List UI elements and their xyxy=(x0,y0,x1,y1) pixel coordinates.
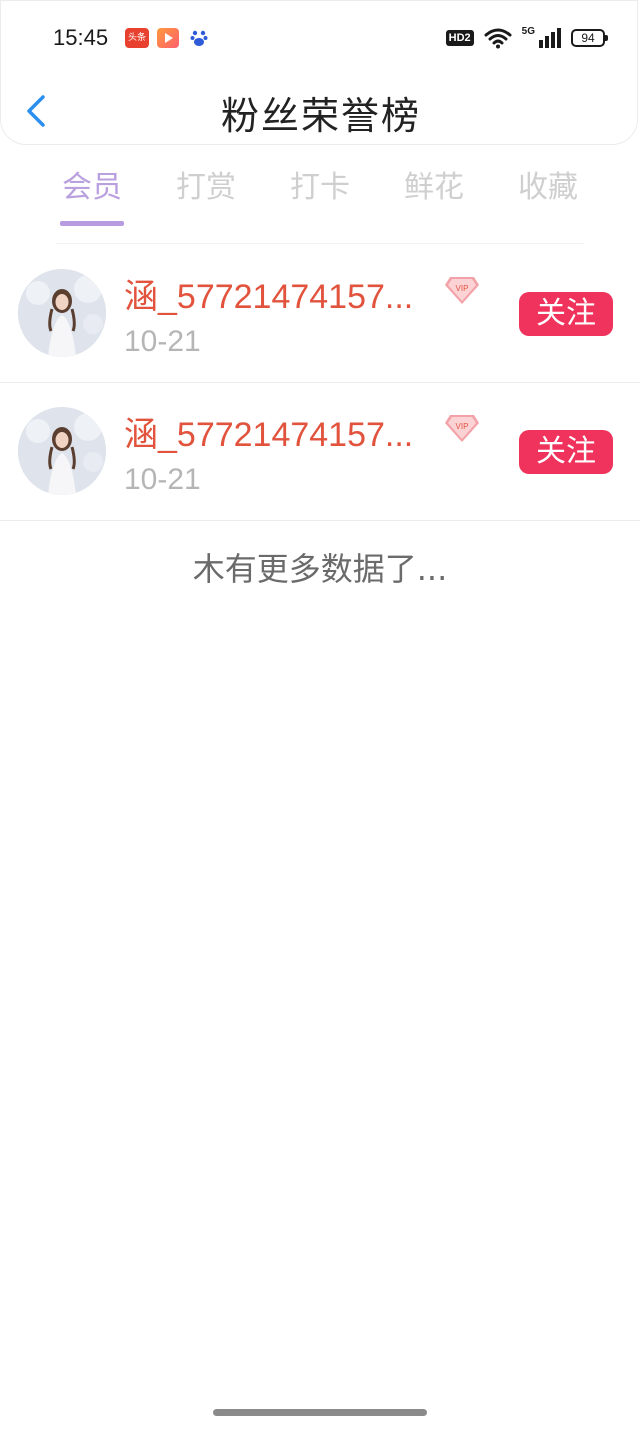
list-item[interactable]: 涵_57721474157... VIP 10-21 关注 xyxy=(0,383,640,521)
toutiao-app-icon: 头条 xyxy=(125,28,149,48)
nav-bar: 粉丝荣誉榜 xyxy=(1,75,640,147)
status-indicators: HD2 5G 94 xyxy=(445,26,608,50)
join-date: 10-21 xyxy=(124,325,201,358)
user-name[interactable]: 涵_57721474157... xyxy=(124,269,434,318)
battery-icon: 94 xyxy=(571,29,608,47)
vip-diamond-icon: VIP xyxy=(445,277,479,304)
home-indicator[interactable] xyxy=(213,1409,427,1416)
avatar[interactable] xyxy=(18,269,106,357)
user-photo-icon xyxy=(18,407,106,495)
tab-checkin[interactable]: 打卡 xyxy=(264,162,376,222)
vip-diamond-icon: VIP xyxy=(445,415,479,442)
baidu-app-icon xyxy=(189,28,209,48)
user-photo-icon xyxy=(18,269,106,357)
tab-flowers[interactable]: 鲜花 xyxy=(378,162,490,222)
app-page: 15:45 头条 HD2 5G 94 粉丝荣誉榜 会员 打赏 打卡 鲜花 收藏 … xyxy=(0,0,640,1429)
signal-icon xyxy=(539,28,561,48)
vip-badge-text: VIP xyxy=(456,422,469,431)
network-type-label: 5G xyxy=(521,26,535,37)
wifi-icon xyxy=(484,28,512,49)
tab-reward[interactable]: 打赏 xyxy=(150,162,262,222)
paw-icon xyxy=(190,30,208,46)
list-item[interactable]: 涵_57721474157... VIP 10-21 关注 xyxy=(0,245,640,383)
hd-badge: HD2 xyxy=(445,30,474,46)
follow-button[interactable]: 关注 xyxy=(519,430,613,474)
vip-badge-text: VIP xyxy=(456,284,469,293)
video-app-icon xyxy=(157,28,179,48)
no-more-data-text: 木有更多数据了... xyxy=(192,550,448,588)
status-time: 15:45 xyxy=(53,25,109,50)
follow-button[interactable]: 关注 xyxy=(519,292,613,336)
tab-member[interactable]: 会员 xyxy=(36,162,148,226)
user-name[interactable]: 涵_57721474157... xyxy=(124,407,434,456)
fan-list: 涵_57721474157... VIP 10-21 关注 涵_57721474… xyxy=(0,245,640,521)
join-date: 10-21 xyxy=(124,463,201,496)
avatar[interactable] xyxy=(18,407,106,495)
tabs-divider xyxy=(56,243,584,244)
tab-bar: 会员 打赏 打卡 鲜花 收藏 xyxy=(36,162,604,226)
header: 15:45 头条 HD2 5G 94 粉丝荣誉榜 xyxy=(0,0,638,145)
tab-favorites[interactable]: 收藏 xyxy=(492,162,604,222)
status-bar: 15:45 头条 HD2 5G 94 xyxy=(1,1,640,75)
page-title: 粉丝荣誉榜 xyxy=(220,94,421,138)
